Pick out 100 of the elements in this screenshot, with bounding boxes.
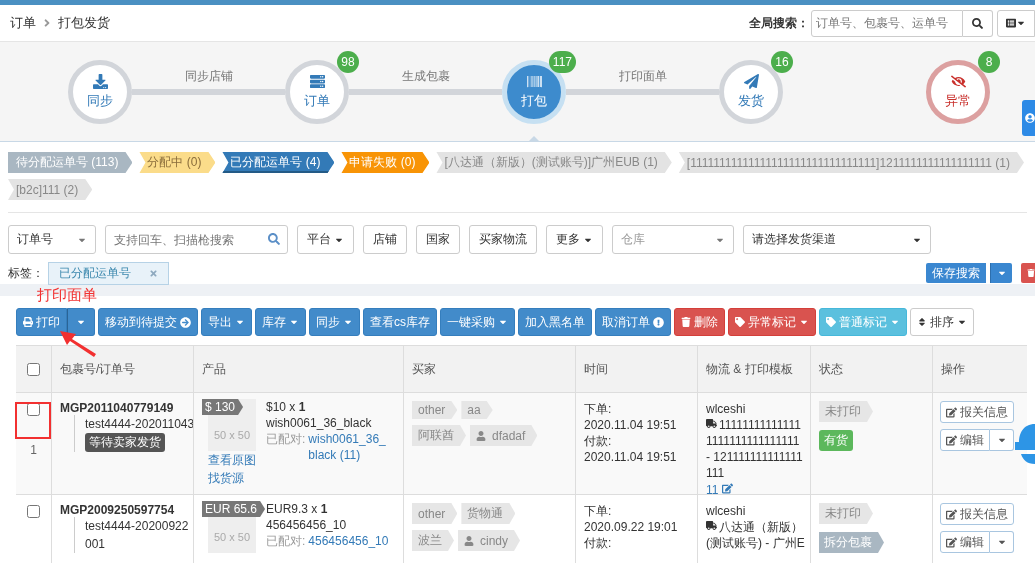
download-icon — [92, 73, 108, 89]
product-link[interactable]: 找货源 — [208, 469, 244, 487]
user-icon — [1025, 113, 1035, 123]
thumbnail-size-text: 50 x 50 — [213, 531, 251, 543]
save-search-dropdown[interactable] — [990, 263, 1012, 283]
logistics-account: wlceshi — [706, 503, 746, 519]
toolbar-button[interactable]: 排序 — [910, 308, 974, 336]
toolbar-button[interactable]: 一键采购 — [440, 308, 515, 336]
highlight-rectangle — [15, 402, 51, 439]
status-tab[interactable]: [八达通（新版）(测试账号)]广州EUB (1) — [436, 152, 672, 173]
status-tab[interactable]: 分配中 (0) — [139, 152, 216, 173]
toolbar-button[interactable]: 移动到待提交 — [98, 308, 198, 336]
search-icon — [972, 17, 983, 29]
stock-badge: 有货 — [819, 430, 853, 451]
delete-button[interactable] — [1021, 263, 1035, 283]
time-text: 下单: — [584, 401, 612, 417]
breadcrumb-item[interactable]: 打包发货 — [58, 14, 110, 32]
filter-button[interactable]: 国家 — [416, 225, 460, 254]
sort-icon — [917, 317, 927, 327]
filter-button[interactable]: 店铺 — [363, 225, 407, 254]
order-type-select[interactable]: 订单号 — [8, 225, 96, 254]
edit-icon — [946, 508, 957, 520]
package-number: MGP2011040779149 — [60, 401, 174, 415]
stock-badge: 拆分包裹 — [819, 532, 884, 553]
step-connector-label: 生成包裹 — [401, 67, 450, 85]
toolbar-button[interactable]: 删除 — [674, 308, 725, 336]
tracking-link[interactable]: 11 — [706, 481, 733, 499]
count-badge: 98 — [337, 50, 359, 73]
time-text: 下单: — [584, 503, 612, 519]
search-field[interactable]: 支持回车、扫描枪搜索 — [105, 225, 288, 254]
search-label: 全局搜索： — [749, 14, 809, 32]
toolbar-button[interactable]: 查看cs库存 — [363, 308, 437, 336]
print-status-tag: 未打印 — [819, 401, 873, 422]
buyer-tag: other — [412, 401, 458, 419]
edit-dropdown[interactable] — [990, 429, 1014, 451]
time-text: 付款: — [584, 535, 612, 551]
buyer-tag: aa — [461, 401, 493, 419]
column-header: 买家 — [412, 360, 436, 378]
logistics-account: wlceshi — [706, 401, 746, 417]
price-tag: $ 130 — [202, 399, 244, 415]
user-icon — [476, 430, 486, 441]
side-widget[interactable] — [1022, 100, 1035, 136]
close-icon[interactable] — [149, 268, 158, 278]
toolbar-button[interactable]: 同步 — [309, 308, 360, 336]
global-search-field[interactable]: 订单号、包裹号、运单号 — [811, 9, 963, 37]
order-number: test4444-202011043 — [85, 416, 195, 433]
tag-icon — [826, 317, 836, 327]
price-tag: EUR 65.6 — [202, 501, 266, 517]
customs-info-button[interactable]: 报关信息 — [940, 503, 1014, 525]
breadcrumb-item[interactable]: 订单 — [10, 14, 36, 32]
trash-icon — [1027, 269, 1035, 277]
workflow-step[interactable]: 同步 — [68, 59, 132, 124]
search-button[interactable] — [963, 9, 993, 37]
status-tab[interactable]: [11111111111111111111111111111111]1211111111111111111 (1) — [678, 152, 1024, 173]
toolbar-button[interactable]: 异常标记 — [728, 308, 816, 336]
edit-icon — [721, 483, 733, 494]
step-connector-label: 同步店铺 — [184, 67, 233, 85]
step-connector-label: 打印面单 — [618, 67, 667, 85]
filter-button[interactable]: 平台 — [297, 225, 354, 254]
toolbar-button[interactable]: 取消订单 — [595, 308, 671, 336]
matched-label: 已配对: — [266, 431, 306, 448]
toolbar-button[interactable]: 库存 — [255, 308, 306, 336]
tags-label: 标签： — [8, 264, 44, 282]
matched-sku-link[interactable]: 456456456_10 — [308, 533, 391, 549]
row-checkbox[interactable] — [27, 403, 40, 416]
toolbar-button[interactable]: 导出 — [201, 308, 252, 336]
warehouse-select[interactable]: 仓库 — [612, 225, 734, 254]
paper-plane-icon — [743, 73, 759, 89]
product-link[interactable]: 查看原图 — [208, 451, 256, 469]
buyer-user-tag: dfadaf — [470, 425, 538, 446]
print-icon — [23, 317, 33, 327]
filter-button[interactable]: 更多 — [546, 225, 603, 254]
status-tab[interactable]: 已分配运单号 (4) — [222, 152, 335, 173]
filter-tag[interactable]: 已分配运单号 — [48, 261, 169, 285]
count-badge: 8 — [978, 50, 1000, 73]
time-text: 2020.09.22 19:01 — [584, 519, 678, 535]
toolbar-button[interactable]: 打印 — [16, 308, 67, 336]
edit-button[interactable]: 编辑 — [940, 531, 990, 553]
edit-dropdown[interactable] — [990, 531, 1014, 553]
annotation-arrow — [60, 331, 96, 357]
exclamation-icon — [653, 316, 664, 328]
edit-button[interactable]: 编辑 — [940, 429, 990, 451]
user-icon — [464, 535, 474, 546]
column-header: 状态 — [819, 360, 843, 378]
row-checkbox[interactable] — [27, 505, 40, 518]
channel-select[interactable]: 请选择发货渠道 — [743, 225, 931, 254]
row-index: 1 — [30, 442, 37, 458]
matched-sku-link[interactable]: wish0061_36_black (11) — [308, 431, 391, 463]
print-dropdown[interactable] — [67, 308, 95, 336]
time-text: 付款: — [584, 433, 612, 449]
status-tab[interactable]: [b2c]111 (2) — [8, 179, 93, 200]
save-search-button[interactable]: 保存搜索 — [926, 263, 986, 283]
column-header: 包裹号/订单号 — [60, 360, 136, 378]
language-button[interactable] — [997, 9, 1035, 37]
trash-icon — [681, 317, 691, 327]
filter-button[interactable]: 买家物流 — [469, 225, 537, 254]
toolbar-button[interactable]: 加入黑名单 — [518, 308, 592, 336]
shipping-channel: 八达通（新版）(测试账号) - 广州E — [706, 519, 806, 551]
select-all-checkbox[interactable] — [27, 362, 40, 376]
customs-info-button[interactable]: 报关信息 — [940, 401, 1014, 423]
